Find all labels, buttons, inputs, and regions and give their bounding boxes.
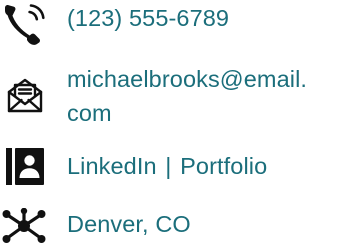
email-row: michaelbrooks@email. com bbox=[0, 62, 341, 130]
phone-icon bbox=[5, 4, 45, 45]
links-row: LinkedIn | Portfolio bbox=[0, 145, 341, 189]
location-row: Denver, CO bbox=[0, 202, 341, 246]
email-address-line1[interactable]: michaelbrooks@email. bbox=[67, 64, 307, 94]
network-icon bbox=[2, 208, 46, 243]
profile-card-icon bbox=[6, 148, 44, 185]
email-address-line2[interactable]: com bbox=[67, 98, 112, 128]
linkedin-link[interactable]: LinkedIn bbox=[67, 153, 157, 179]
email-icon bbox=[7, 78, 43, 113]
location-text: Denver, CO bbox=[67, 211, 191, 237]
portfolio-link[interactable]: Portfolio bbox=[180, 153, 267, 179]
phone-row: (123) 555-6789 bbox=[0, 0, 341, 48]
links-text: LinkedIn | Portfolio bbox=[67, 151, 267, 181]
links-separator: | bbox=[165, 153, 172, 179]
contact-info-block: (123) 555-6789 michaelbrooks@email. com bbox=[0, 0, 341, 246]
phone-number[interactable]: (123) 555-6789 bbox=[67, 3, 229, 33]
